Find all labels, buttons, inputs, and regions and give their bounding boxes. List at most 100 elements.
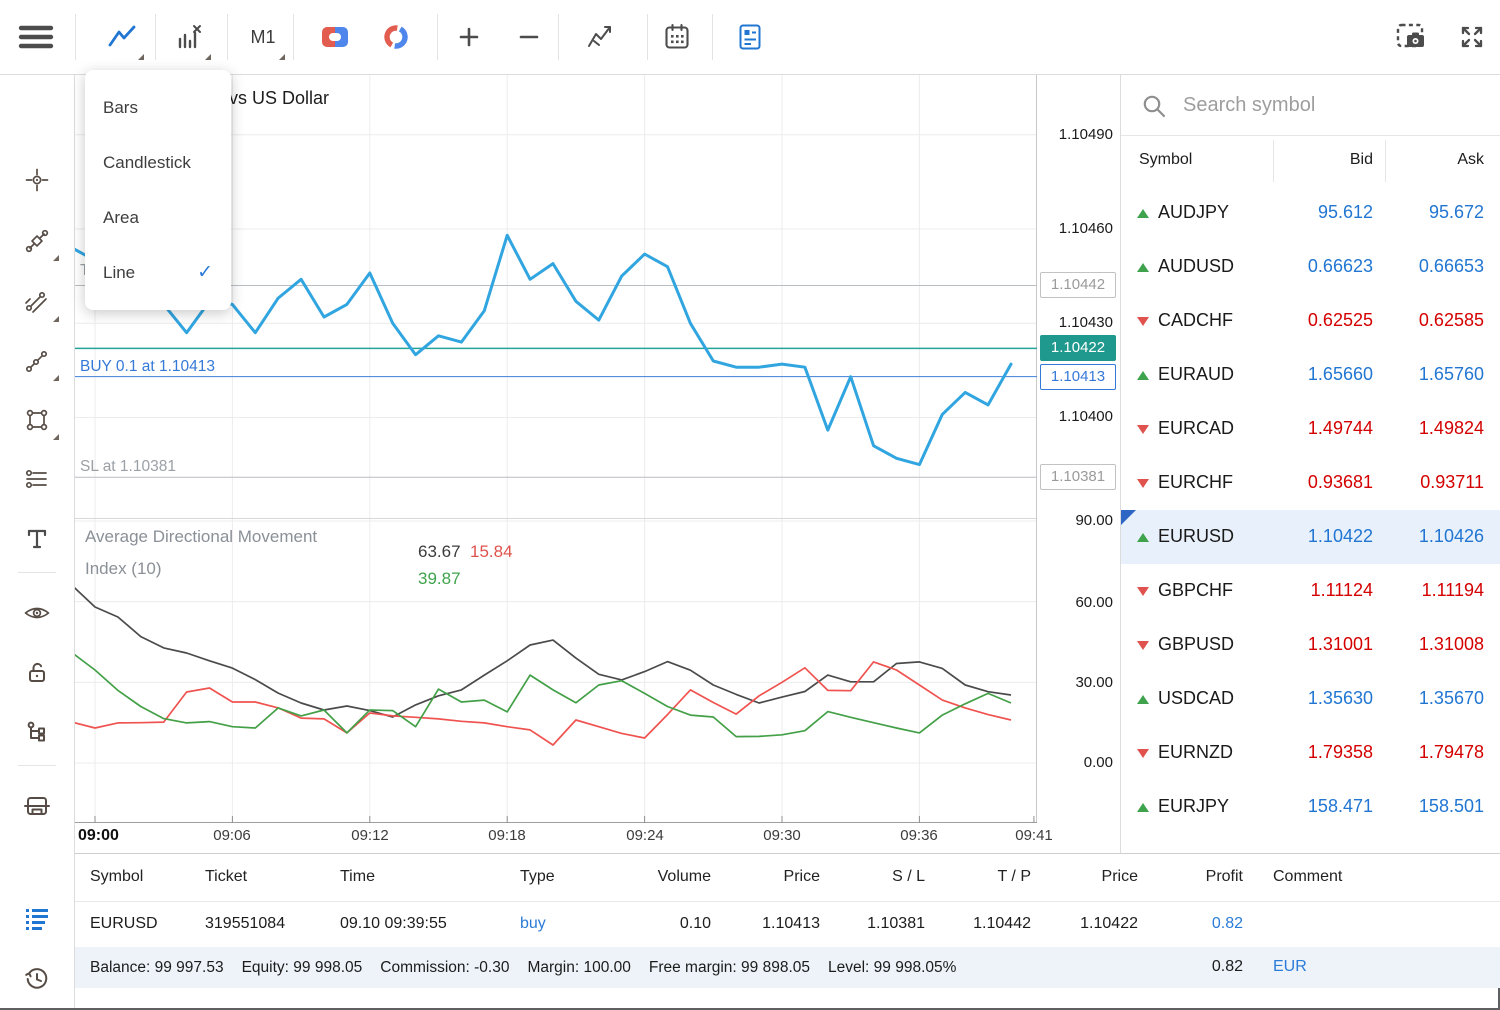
- history-clock-icon: [23, 965, 51, 993]
- buy-price-box: 1.10413: [1040, 364, 1116, 390]
- market-depth-button[interactable]: [370, 10, 422, 64]
- unlock-icon: [24, 660, 50, 686]
- bid-value[interactable]: 1.79358: [1308, 742, 1373, 763]
- indicator-title: Average Directional Movement Index (10): [85, 521, 317, 585]
- column-symbol[interactable]: Symbol: [1139, 151, 1192, 169]
- bid-value[interactable]: 1.49744: [1308, 418, 1373, 439]
- fibonacci-tool[interactable]: [11, 455, 63, 503]
- position-ticket: 319551084: [205, 915, 285, 933]
- symbol-label: AUDJPY: [1158, 202, 1229, 223]
- position-row[interactable]: EURUSD 319551084 09.10 09:39:55 buy 0.10…: [75, 902, 1500, 948]
- ask-value[interactable]: 1.79478: [1419, 742, 1484, 763]
- equity-label: Equity: 99 998.05: [242, 959, 363, 977]
- adx-axis-tick: 30.00: [1043, 674, 1113, 691]
- toggle-objects-visibility[interactable]: [11, 589, 63, 637]
- bid-value[interactable]: 1.10422: [1308, 526, 1373, 547]
- menu-item-line[interactable]: Line✓: [85, 245, 231, 300]
- bid-value[interactable]: 1.35630: [1308, 688, 1373, 709]
- market-watch-row[interactable]: EURCAD 1.49744 1.49824: [1121, 402, 1500, 456]
- unlock-objects[interactable]: [11, 649, 63, 697]
- market-watch-row[interactable]: EURJPY 158.471 158.501: [1121, 780, 1500, 834]
- bid-value[interactable]: 0.62525: [1308, 310, 1373, 331]
- ask-value[interactable]: 1.31008: [1419, 634, 1484, 655]
- position-open-price: 1.10413: [730, 915, 820, 933]
- more-options-triangle: [279, 54, 285, 60]
- ask-value[interactable]: 0.66653: [1419, 256, 1484, 277]
- balance-label: Balance: 99 997.53: [90, 959, 224, 977]
- chart-type-button[interactable]: [96, 10, 148, 64]
- bid-value[interactable]: 95.612: [1318, 202, 1373, 223]
- print-chart-button[interactable]: [11, 782, 63, 830]
- market-watch-row[interactable]: GBPCHF 1.11124 1.11194: [1121, 564, 1500, 618]
- trade-tab[interactable]: [11, 894, 63, 942]
- polyline-tool[interactable]: [11, 337, 63, 385]
- zoom-out-button[interactable]: [503, 10, 555, 64]
- main-menu-button[interactable]: [10, 10, 62, 64]
- bid-value[interactable]: 0.93681: [1308, 472, 1373, 493]
- market-watch-row[interactable]: EURNZD 1.79358 1.79478: [1121, 726, 1500, 780]
- menu-item-candlestick[interactable]: Candlestick: [85, 135, 231, 190]
- ask-value[interactable]: 0.62585: [1419, 310, 1484, 331]
- market-watch-row[interactable]: AUDUSD 0.66623 0.66653: [1121, 240, 1500, 294]
- trend-icon: [1137, 371, 1149, 380]
- trade-dialog-button[interactable]: [724, 10, 776, 64]
- channels-tool[interactable]: [11, 278, 63, 326]
- ask-value[interactable]: 1.35670: [1419, 688, 1484, 709]
- time-axis-tick: 09:36: [900, 827, 938, 844]
- timeframe-button[interactable]: M1: [237, 10, 289, 64]
- object-tree[interactable]: [11, 708, 63, 756]
- time-axis-tick: 09:06: [213, 827, 251, 844]
- position-profit: 0.82: [1153, 915, 1243, 933]
- bid-value[interactable]: 1.11124: [1311, 580, 1373, 601]
- ask-value[interactable]: 1.10426: [1419, 526, 1484, 547]
- market-watch-row[interactable]: EURAUD 1.65660 1.65760: [1121, 348, 1500, 402]
- ask-value[interactable]: 1.11194: [1422, 580, 1484, 601]
- bid-value[interactable]: 0.66623: [1308, 256, 1373, 277]
- ask-value[interactable]: 95.672: [1429, 202, 1484, 223]
- market-watch-row[interactable]: GBPUSD 1.31001 1.31008: [1121, 618, 1500, 672]
- zoom-in-button[interactable]: [443, 10, 495, 64]
- sidebar-separator: [18, 765, 56, 766]
- time-axis-tick: 09:00: [78, 827, 119, 845]
- economic-calendar-button[interactable]: [651, 10, 703, 64]
- free-margin-label: Free margin: 99 898.05: [649, 959, 810, 977]
- column-bid[interactable]: Bid: [1350, 151, 1373, 169]
- trade-panel-icon: [737, 23, 763, 51]
- camera-screenshot-icon: [1396, 22, 1428, 52]
- text-tool[interactable]: [11, 515, 63, 563]
- more-options-triangle: [53, 434, 59, 440]
- indicator-delete-button[interactable]: [163, 10, 215, 64]
- plus-icon: [457, 25, 481, 49]
- search-input[interactable]: [1183, 75, 1483, 135]
- drawing-toolbar: [0, 75, 75, 1008]
- fullscreen-button[interactable]: [1446, 10, 1498, 64]
- column-ask[interactable]: Ask: [1457, 151, 1484, 169]
- market-watch-row[interactable]: CADCHF 0.62525 0.62585: [1121, 294, 1500, 348]
- ask-value[interactable]: 0.93711: [1420, 472, 1484, 493]
- menu-item-area[interactable]: Area: [85, 190, 231, 245]
- crosshair-tool[interactable]: [11, 156, 63, 204]
- lines-tool[interactable]: [11, 217, 63, 265]
- tp-price-box: 1.10442: [1040, 272, 1116, 298]
- bid-value[interactable]: 158.471: [1308, 796, 1373, 817]
- trade-list-icon: [23, 905, 51, 931]
- shapes-tool[interactable]: [11, 396, 63, 444]
- ask-value[interactable]: 158.501: [1419, 796, 1484, 817]
- trend-icon: [1137, 479, 1149, 488]
- market-watch-row[interactable]: USDCAD 1.35630 1.35670: [1121, 672, 1500, 726]
- market-watch-panel: Symbol Bid Ask AUDJPY 95.612 95.672 AUDU…: [1120, 75, 1500, 853]
- position-time: 09.10 09:39:55: [340, 915, 447, 933]
- ask-value[interactable]: 1.65760: [1419, 364, 1484, 385]
- market-watch-row[interactable]: AUDJPY 95.612 95.672: [1121, 186, 1500, 240]
- toolbar-separator: [227, 14, 228, 60]
- market-watch-row[interactable]: EURCHF 0.93681 0.93711: [1121, 456, 1500, 510]
- quick-trade-toggle[interactable]: [309, 10, 361, 64]
- history-tab[interactable]: [11, 955, 63, 1003]
- screenshot-button[interactable]: [1386, 10, 1438, 64]
- ask-value[interactable]: 1.49824: [1419, 418, 1484, 439]
- bid-value[interactable]: 1.65660: [1308, 364, 1373, 385]
- bid-value[interactable]: 1.31001: [1308, 634, 1373, 655]
- indicators-button[interactable]: [575, 10, 627, 64]
- menu-item-bars[interactable]: Bars: [85, 80, 231, 135]
- market-watch-row[interactable]: EURUSD 1.10422 1.10426: [1121, 510, 1500, 564]
